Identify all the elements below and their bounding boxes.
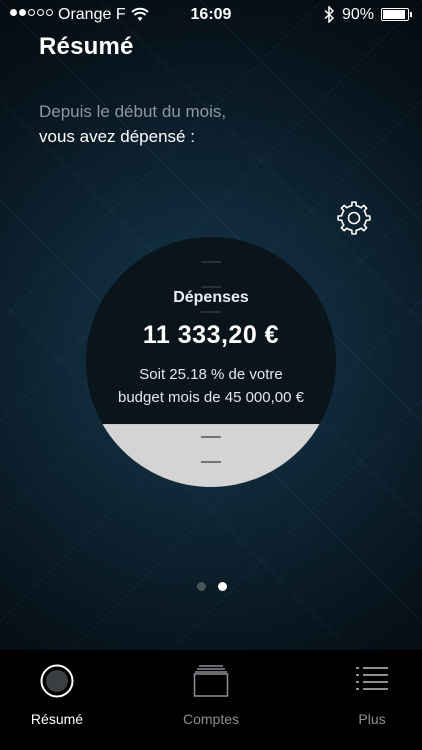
expenses-amount: 11 333,20 €: [142, 321, 280, 349]
intro-text: Depuis le début du mois, vous avez dépen…: [39, 99, 226, 149]
page-title: Résumé: [39, 33, 134, 60]
tab-bar: Résumé Comptes Plus: [0, 650, 422, 750]
budget-total-text: budget mois de 45 000,00 €: [118, 389, 304, 406]
bluetooth-icon: [324, 6, 335, 23]
tab-comptes-label: Comptes: [182, 711, 240, 727]
gear-icon[interactable]: [335, 199, 373, 237]
budget-gauge: [86, 237, 336, 487]
battery-percentage: 90%: [342, 6, 375, 23]
battery-icon: [381, 8, 412, 21]
tab-resume[interactable]: Résumé: [0, 650, 127, 750]
list-icon: [356, 667, 388, 690]
budget-percentage-text: Soit 25.18 % de votre: [139, 366, 283, 383]
tab-resume-label: Résumé: [30, 711, 84, 727]
circle-icon: [40, 664, 74, 698]
stacked-cards-icon: [193, 665, 229, 697]
gauge-fill: [86, 424, 336, 487]
tab-comptes[interactable]: Comptes: [141, 650, 281, 750]
intro-line-1: Depuis le début du mois,: [39, 102, 227, 121]
tab-plus-label: Plus: [358, 711, 386, 727]
page-indicator[interactable]: [197, 582, 227, 591]
page-dot-1[interactable]: [197, 582, 206, 591]
intro-line-2: vous avez dépensé :: [39, 127, 195, 146]
expenses-label: Dépenses: [173, 289, 249, 306]
page-dot-2[interactable]: [218, 582, 227, 591]
status-bar: Orange F 16:09 90%: [0, 0, 422, 32]
tab-plus[interactable]: Plus: [302, 650, 422, 750]
